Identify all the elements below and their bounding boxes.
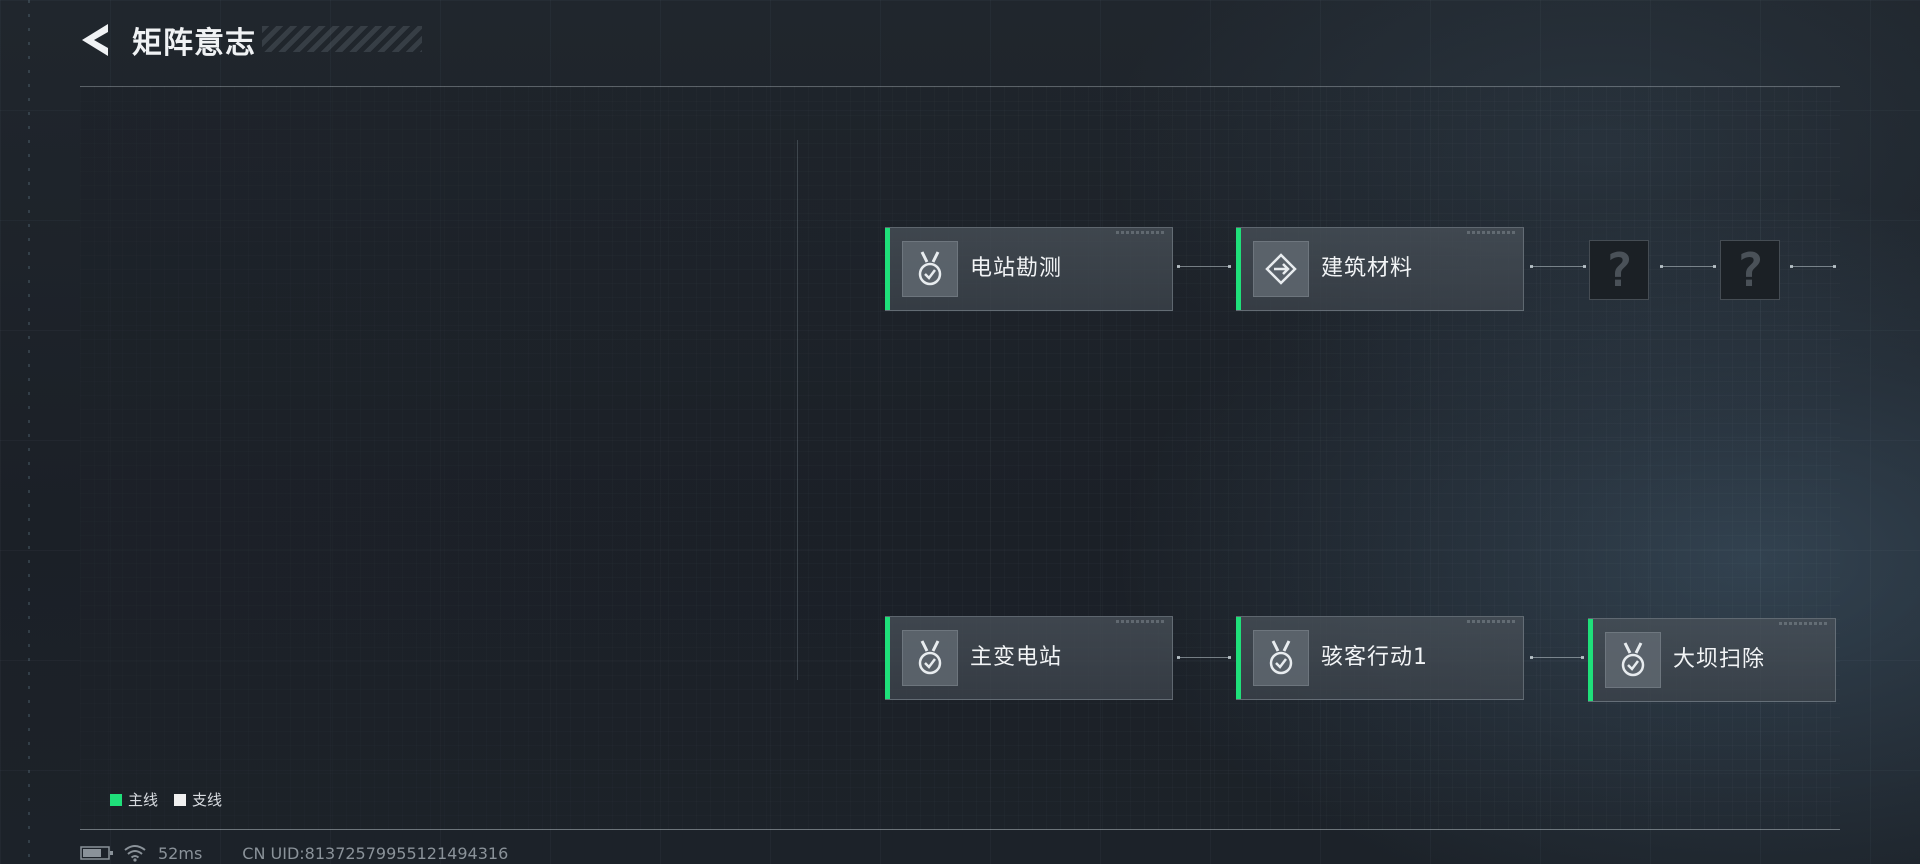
main-line-accent: [1236, 617, 1241, 699]
locked-mission-node[interactable]: ?: [1720, 240, 1780, 300]
mission-label: 大坝扫除: [1673, 647, 1766, 672]
line-legend: 主线 支线: [110, 789, 238, 810]
medal-check-icon: [902, 630, 958, 686]
main-line-accent: [1588, 619, 1593, 701]
node-corner-decor: [1116, 231, 1166, 234]
connector-line: [1177, 656, 1231, 659]
ping-text: 52ms: [158, 843, 203, 863]
mission-node-building-materials[interactable]: 建筑材料: [1236, 227, 1524, 311]
legend-label-side: 支线: [192, 791, 223, 809]
mission-label: 电站勘测: [970, 256, 1063, 281]
locked-mission-node[interactable]: ?: [1589, 240, 1649, 300]
diamond-arrow-icon: [1253, 241, 1309, 297]
node-corner-decor: [1116, 620, 1166, 623]
mission-label: 建筑材料: [1321, 256, 1414, 281]
locked-question-icon: ?: [1605, 243, 1633, 297]
legend-swatch-main: [110, 793, 122, 806]
node-corner-decor: [1779, 622, 1829, 625]
legend-label-main: 主线: [128, 791, 159, 809]
wifi-icon: [124, 845, 146, 862]
node-corner-decor: [1467, 620, 1517, 623]
connector-line: [1530, 656, 1584, 659]
mission-node-hacker-operation-1[interactable]: 骇客行动1: [1236, 616, 1524, 700]
left-decor-rail: [28, 0, 30, 864]
connector-line: [1790, 265, 1836, 268]
connector-line: [1660, 265, 1716, 268]
legend-item-main: 主线: [110, 789, 158, 810]
connector-line: [1530, 265, 1586, 268]
connector-line: [1177, 265, 1231, 268]
main-line-accent: [885, 617, 890, 699]
legend-item-side: 支线: [174, 789, 222, 810]
uid-text: CN UID:813725799551214943​16: [242, 843, 509, 863]
battery-icon: [80, 846, 113, 860]
medal-check-icon: [1605, 632, 1661, 688]
mission-label: 骇客行动1: [1321, 645, 1428, 670]
legend-swatch-side: [174, 793, 187, 806]
medal-check-icon: [1253, 630, 1309, 686]
mission-tree-panel: [80, 86, 1840, 830]
node-corner-decor: [1467, 231, 1517, 234]
mission-node-main-substation[interactable]: 主变电站: [885, 616, 1173, 700]
mission-node-power-station-survey[interactable]: 电站勘测: [885, 227, 1173, 311]
main-line-accent: [885, 228, 890, 310]
medal-check-icon: [902, 241, 958, 297]
main-line-accent: [1236, 228, 1241, 310]
branch-line: [797, 140, 798, 680]
mission-label: 主变电站: [970, 645, 1063, 670]
page-title: 矩阵意志: [132, 26, 256, 61]
mission-node-dam-sweep[interactable]: 大坝扫除: [1588, 618, 1836, 702]
title-decor-stripes: [262, 26, 422, 52]
locked-question-icon: ?: [1736, 243, 1764, 297]
status-bar: 52ms CN UID:813725799551214943​16: [80, 842, 508, 864]
game-screen: 矩阵意志 电站勘测 建筑材料 ? ? 主变电站 骇客行动1 大坝扫除 主线 支线…: [0, 0, 1920, 864]
back-arrow-icon: [82, 24, 108, 56]
back-button[interactable]: [78, 20, 112, 60]
